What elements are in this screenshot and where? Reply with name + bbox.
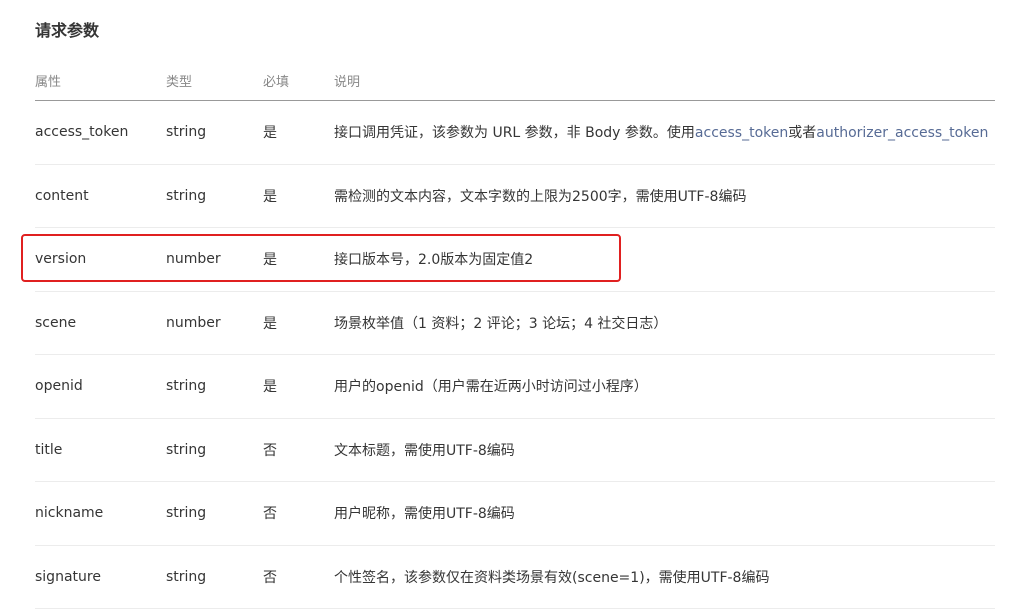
cell-attr: version (35, 251, 87, 268)
cell-desc: 需检测的文本内容，文本字数的上限为2500字，需使用UTF-8编码 (334, 188, 747, 205)
cell-desc: 文本标题，需使用UTF-8编码 (334, 442, 515, 459)
table-header-row: 属性 类型 必填 说明 (35, 60, 995, 101)
cell-attr: scene (35, 314, 77, 331)
cell-attr: nickname (35, 505, 104, 522)
cell-attr: title (35, 441, 63, 458)
cell-desc: 用户的openid（用户需在近两小时访问过小程序） (334, 379, 648, 396)
cell-type: string (166, 124, 207, 141)
desc-text: 或者 (788, 125, 817, 142)
cell-required: 是 (263, 315, 277, 332)
cell-type: string (166, 505, 207, 522)
cell-desc: 用户昵称，需使用UTF-8编码 (334, 506, 515, 523)
cell-required: 否 (263, 506, 277, 523)
cell-required: 是 (263, 252, 277, 269)
header-desc: 说明 (334, 74, 361, 90)
cell-type: number (166, 314, 221, 331)
access-token-link[interactable]: access_token (695, 125, 788, 141)
header-required: 必填 (263, 74, 290, 90)
cell-attr: access_token (35, 124, 129, 141)
cell-required: 是 (263, 379, 277, 396)
cell-attr: openid (35, 378, 83, 395)
table-row-signature: signature string 否 个性签名，该参数仅在资料类场景有效(sce… (35, 546, 995, 609)
cell-attr: signature (35, 568, 101, 585)
cell-desc: 个性签名，该参数仅在资料类场景有效(scene=1)，需使用UTF-8编码 (334, 569, 770, 586)
cell-type: number (166, 251, 221, 268)
cell-attr: content (35, 187, 89, 204)
desc-text: 接口调用凭证，该参数为 URL 参数，非 Body 参数。使用 (334, 125, 695, 142)
header-attr: 属性 (35, 74, 62, 90)
cell-required: 是 (263, 125, 277, 142)
params-table: 属性 类型 必填 说明 access_token string 是 接口调用凭证… (35, 60, 995, 609)
authorizer-access-token-link[interactable]: authorizer_access_token (816, 125, 988, 141)
cell-type: string (166, 568, 207, 585)
cell-desc: 接口版本号，2.0版本为固定值2 (334, 252, 534, 269)
cell-type: string (166, 187, 207, 204)
cell-type: string (166, 441, 207, 458)
table-row-nickname: nickname string 否 用户昵称，需使用UTF-8编码 (35, 482, 995, 546)
cell-required: 否 (263, 442, 277, 459)
table-row-openid: openid string 是 用户的openid（用户需在近两小时访问过小程序… (35, 355, 995, 419)
cell-required: 否 (263, 569, 277, 586)
table-row-version: version number 是 接口版本号，2.0版本为固定值2 (35, 228, 995, 292)
cell-desc: 接口调用凭证，该参数为 URL 参数，非 Body 参数。使用access_to… (334, 122, 995, 142)
cell-desc: 场景枚举值（1 资料；2 评论；3 论坛；4 社交日志） (334, 315, 668, 332)
table-row-scene: scene number 是 场景枚举值（1 资料；2 评论；3 论坛；4 社交… (35, 292, 995, 355)
cell-type: string (166, 378, 207, 395)
table-row-access-token: access_token string 是 接口调用凭证，该参数为 URL 参数… (35, 101, 995, 165)
cell-required: 是 (263, 188, 277, 205)
table-row-content: content string 是 需检测的文本内容，文本字数的上限为2500字，… (35, 165, 995, 228)
table-row-title: title string 否 文本标题，需使用UTF-8编码 (35, 419, 995, 482)
header-type: 类型 (166, 74, 193, 90)
section-title: 请求参数 (35, 21, 100, 40)
